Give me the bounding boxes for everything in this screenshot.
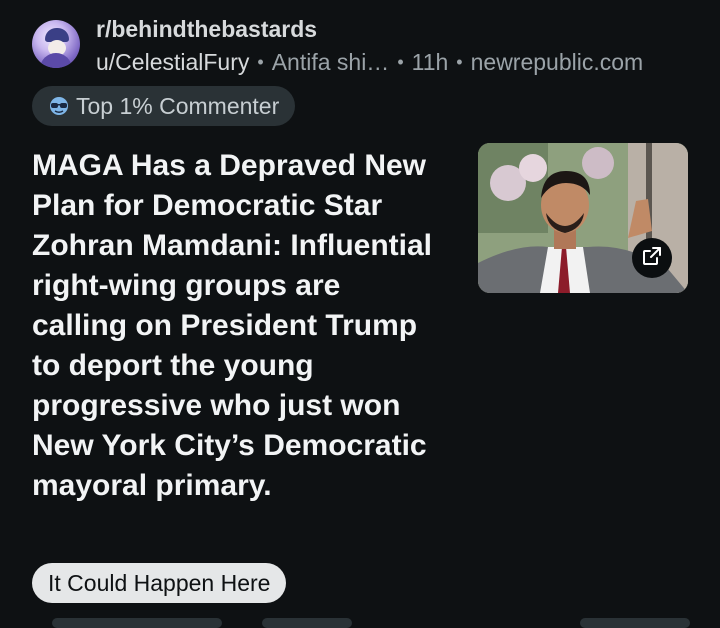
- subreddit-name[interactable]: r/behindthebastards: [96, 16, 317, 43]
- meta-separator: •: [456, 52, 463, 72]
- external-link-button[interactable]: [632, 238, 672, 278]
- post-age: 11h: [411, 49, 449, 75]
- share-pill-peek: [580, 618, 690, 628]
- commenter-badge[interactable]: Top 1% Commenter: [32, 86, 296, 126]
- avatar-cloak: [40, 53, 72, 68]
- author-user-flair: Antifa shi…: [271, 49, 390, 75]
- action-bar-peek: [0, 614, 720, 628]
- comment-pill-peek: [262, 618, 352, 628]
- post-flair[interactable]: It Could Happen Here: [32, 563, 287, 603]
- post-title[interactable]: MAGA Has a Depraved New Plan for Democra…: [32, 146, 432, 506]
- sunglasses-icon: [48, 95, 70, 117]
- link-domain[interactable]: newrepublic.com: [471, 49, 644, 76]
- author-username[interactable]: u/CelestialFury: [96, 49, 249, 76]
- vote-pill-peek: [52, 618, 222, 628]
- external-link-icon: [641, 245, 663, 272]
- meta-separator: •: [397, 52, 404, 72]
- post-meta: u/CelestialFury • Antifa shi… • 11h • ne…: [96, 49, 643, 76]
- meta-separator: •: [257, 52, 264, 72]
- badge-label: Top 1% Commenter: [76, 92, 280, 119]
- user-avatar[interactable]: [32, 20, 80, 68]
